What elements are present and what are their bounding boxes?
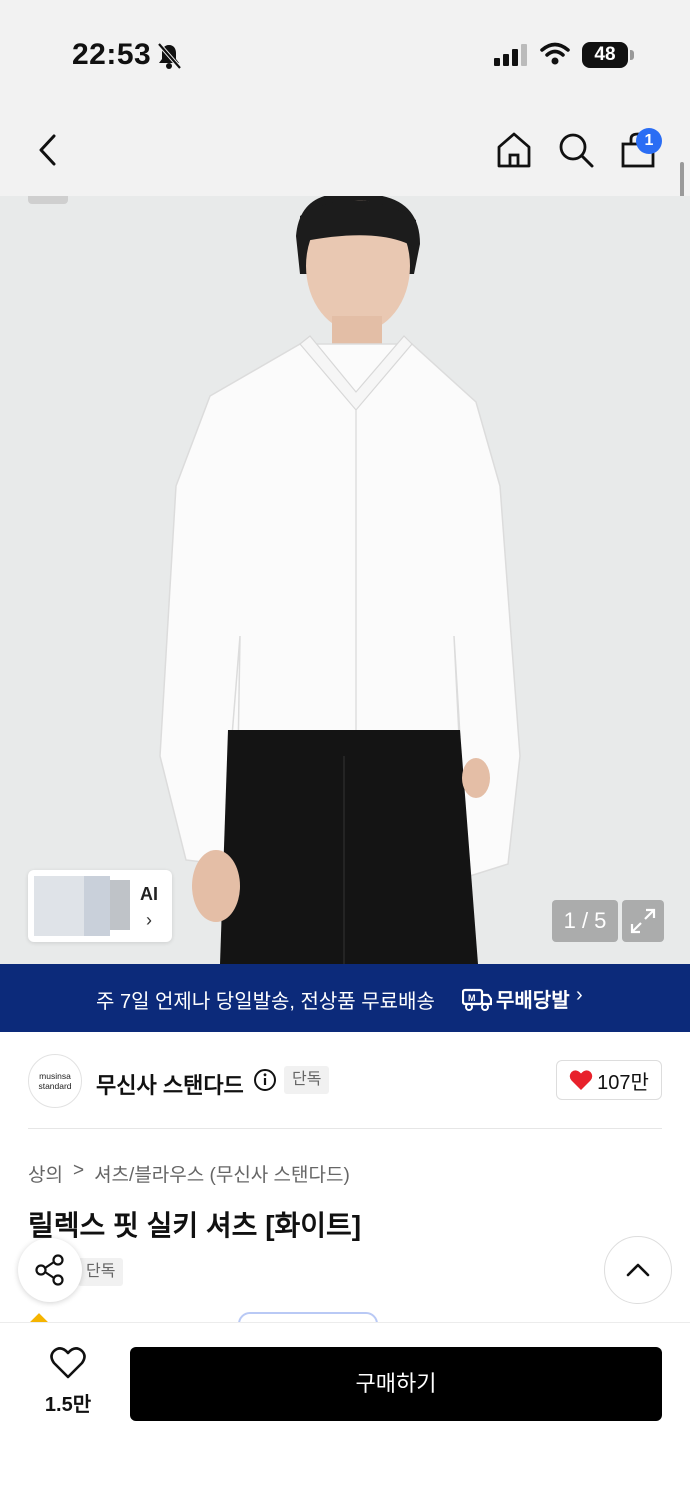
chevron-up-icon [626, 1263, 650, 1277]
signal-icon [494, 44, 527, 66]
battery-cap [630, 50, 634, 60]
wishlist-button[interactable]: 1.5만 [28, 1347, 108, 1417]
product-exclusive-badge: 단독 [78, 1258, 124, 1286]
free-shipping-banner[interactable]: 주 7일 언제나 당일발송, 전상품 무료배송 M 무배당발 › [0, 964, 690, 1032]
battery-icon: 48 [582, 42, 628, 68]
home-icon[interactable] [494, 130, 534, 170]
brand-name[interactable]: 무신사 스탠다드 [96, 1068, 244, 1100]
search-icon[interactable] [556, 130, 596, 170]
heart-outline-icon [50, 1347, 86, 1379]
top-navigation [0, 100, 690, 196]
banner-logo: M 무배당발 [462, 984, 570, 1013]
ai-label: AI [140, 884, 158, 904]
status-time: 22:53 [72, 38, 152, 71]
svg-text:M: M [468, 993, 476, 1003]
thumbnail-image [34, 876, 84, 936]
breadcrumb-subcategory[interactable]: 셔츠/블라우스 (무신사 스탠다드) [94, 1160, 350, 1187]
banner-text: 주 7일 언제나 당일발송, 전상품 무료배송 [96, 991, 435, 1013]
chevron-right-icon: › [146, 910, 152, 930]
wishlist-count: 1.5만 [44, 1394, 92, 1416]
product-image-carousel[interactable] [0, 196, 690, 964]
thumbnail-image [110, 880, 130, 930]
heart-icon [569, 1070, 593, 1090]
brand-like-count: 107만 [597, 1071, 649, 1094]
thumbnail-image [84, 876, 110, 936]
chevron-left-icon[interactable] [30, 130, 66, 170]
cart-count-badge: 1 [636, 128, 662, 154]
scroll-to-top-button[interactable] [604, 1236, 672, 1304]
breadcrumb-category[interactable]: 상의 [28, 1160, 63, 1187]
brand-logo-line1: musinsa [39, 1071, 71, 1081]
image-overlay-tab [28, 196, 68, 204]
share-icon [35, 1254, 64, 1286]
delivery-truck-icon: M [462, 988, 492, 1011]
buy-button[interactable]: 구매하기 [130, 1347, 662, 1421]
image-page-indicator: 1 / 5 [552, 900, 618, 942]
expand-button[interactable] [622, 900, 664, 942]
brand-logo[interactable]: musinsa standard [28, 1054, 82, 1108]
share-button[interactable] [18, 1238, 82, 1302]
product-title: 릴렉스 핏 실키 셔츠 [화이트] [28, 1210, 362, 1241]
breadcrumb: 상의 > 셔츠/블라우스 (무신사 스탠다드) [28, 1160, 350, 1187]
ai-styling-thumbnail[interactable]: AI › [28, 870, 172, 942]
breadcrumb-separator: > [72, 1160, 85, 1181]
expand-icon [630, 908, 656, 934]
banner-logo-text: 무배당발 [496, 990, 570, 1012]
product-photo [0, 196, 690, 964]
status-bar: 22:53 48 [0, 0, 690, 100]
chevron-right-icon: › [576, 984, 583, 1006]
info-icon[interactable] [253, 1068, 277, 1092]
exclusive-badge: 단독 [284, 1066, 330, 1094]
brand-like-button[interactable]: 107만 [556, 1060, 662, 1100]
bottom-action-bar: 1.5만 구매하기 [0, 1322, 690, 1500]
wifi-icon [540, 42, 570, 65]
divider [28, 1128, 662, 1129]
bell-slash-icon [157, 42, 182, 70]
brand-logo-line2: standard [38, 1081, 72, 1091]
